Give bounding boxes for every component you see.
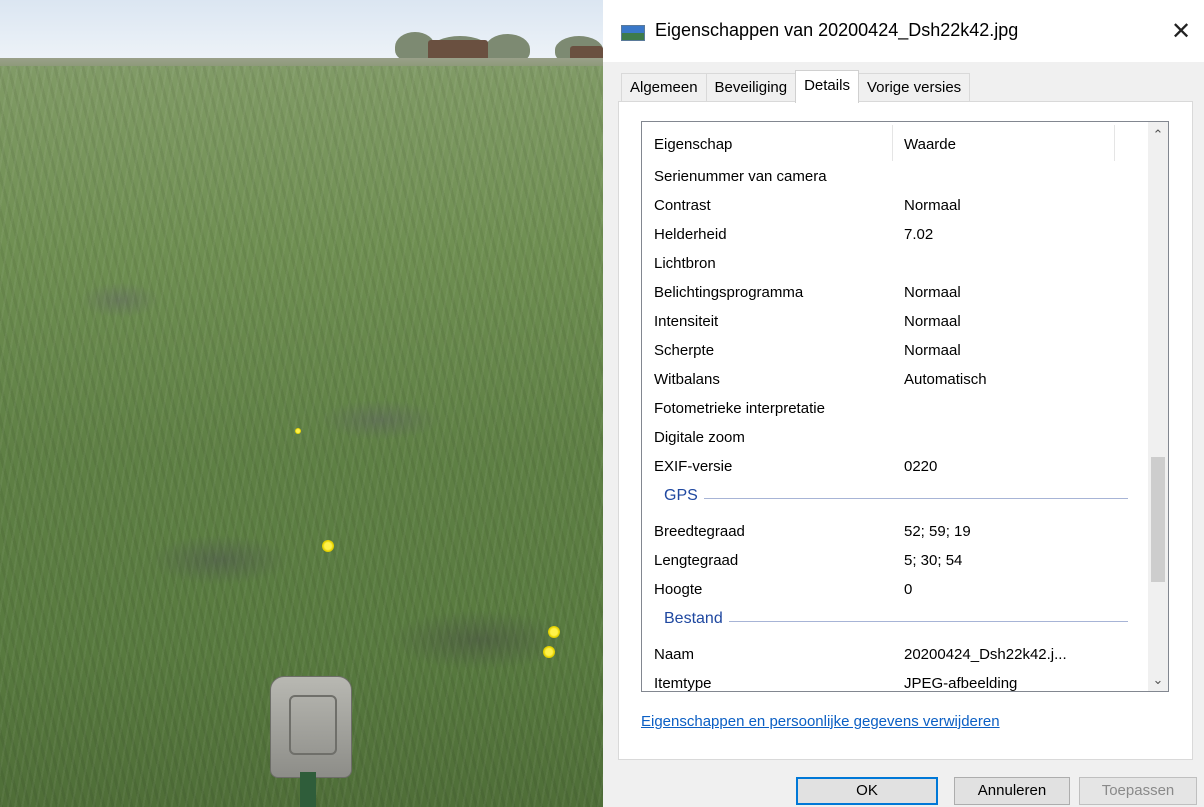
properties-dialog: Eigenschappen van 20200424_Dsh22k42.jpg …: [603, 0, 1204, 807]
dandelion-flower: [548, 626, 560, 638]
property-value: Normaal: [904, 197, 961, 214]
property-row[interactable]: Lengtegraad 5; 30; 54: [642, 546, 1146, 575]
tab-general[interactable]: Algemeen: [621, 73, 707, 102]
title-bar: Eigenschappen van 20200424_Dsh22k42.jpg …: [603, 0, 1204, 62]
property-row[interactable]: EXIF-versie 0220: [642, 452, 1146, 481]
dandelion-flower: [322, 540, 334, 552]
property-value: Normaal: [904, 284, 961, 301]
property-name: EXIF-versie: [654, 458, 733, 475]
property-row[interactable]: Serienummer van camera: [642, 162, 1146, 191]
apply-button[interactable]: Toepassen: [1079, 777, 1197, 805]
horizon: [0, 58, 603, 66]
column-header-property[interactable]: Eigenschap: [654, 122, 732, 162]
property-row[interactable]: Belichtingsprogramma Normaal: [642, 278, 1146, 307]
camera-stake: [300, 772, 316, 807]
dandelion-flower: [543, 646, 555, 658]
tab-details[interactable]: Details: [795, 70, 859, 103]
property-name: Helderheid: [654, 226, 727, 243]
property-value: 52; 59; 19: [904, 523, 971, 540]
dialog-title: Eigenschappen van 20200424_Dsh22k42.jpg: [655, 20, 1019, 40]
property-row[interactable]: Itemtype JPEG-afbeelding: [642, 669, 1146, 692]
property-row[interactable]: Digitale zoom: [642, 423, 1146, 452]
property-name: Breedtegraad: [654, 523, 745, 540]
property-rows: Serienummer van camera Contrast Normaal H…: [642, 162, 1146, 692]
property-name: Hoogte: [654, 581, 703, 598]
property-list[interactable]: Eigenschap Waarde Serienummer van camera…: [641, 121, 1169, 692]
group-divider: [664, 498, 1128, 499]
close-button[interactable]: ✕: [1158, 14, 1204, 50]
remove-properties-link[interactable]: Eigenschappen en persoonlijke gegevens v…: [641, 713, 1000, 730]
property-name: Digitale zoom: [654, 429, 745, 446]
group-label: Bestand: [664, 610, 729, 628]
property-name: Contrast: [654, 197, 711, 214]
column-divider[interactable]: [1114, 125, 1115, 161]
property-row[interactable]: Hoogte 0: [642, 575, 1146, 604]
group-label: GPS: [664, 487, 704, 505]
property-row[interactable]: Intensiteit Normaal: [642, 307, 1146, 336]
property-value: Normaal: [904, 342, 961, 359]
property-value: JPEG-afbeelding: [904, 675, 1018, 692]
property-name: Scherpte: [654, 342, 715, 359]
property-value: 20200424_Dsh22k42.j...: [904, 646, 1067, 663]
trail-camera: [270, 676, 352, 778]
property-row[interactable]: Lichtbron: [642, 249, 1146, 278]
dandelion-flower: [295, 428, 301, 434]
property-value: Normaal: [904, 313, 961, 330]
group-header-file[interactable]: Bestand: [642, 604, 1146, 640]
tab-security[interactable]: Beveiliging: [705, 73, 797, 102]
property-name: Lengtegraad: [654, 552, 739, 569]
property-row[interactable]: Breedtegraad 52; 59; 19: [642, 517, 1146, 546]
property-row[interactable]: Scherpte Normaal: [642, 336, 1146, 365]
property-row[interactable]: Fotometrieke interpretatie: [642, 394, 1146, 423]
grassland-photo: [0, 0, 603, 807]
details-panel: Eigenschap Waarde Serienummer van camera…: [618, 101, 1193, 760]
group-divider: [664, 621, 1128, 622]
property-name: Lichtbron: [654, 255, 716, 272]
tab-previous-versions[interactable]: Vorige versies: [857, 73, 971, 102]
group-header-gps[interactable]: GPS: [642, 481, 1146, 517]
property-name: Serienummer van camera: [654, 168, 827, 185]
property-name: Witbalans: [654, 371, 720, 388]
column-header-value[interactable]: Waarde: [904, 122, 956, 162]
tab-strip: Algemeen Beveiliging Details Vorige vers…: [621, 70, 971, 103]
image-file-icon: [621, 25, 645, 41]
property-value: 7.02: [904, 226, 934, 243]
property-name: Itemtype: [654, 675, 712, 692]
scroll-up-arrow-icon[interactable]: ⌃: [1148, 124, 1168, 146]
list-header: Eigenschap Waarde: [642, 122, 1146, 162]
property-value: 0: [904, 581, 913, 598]
property-row[interactable]: Contrast Normaal: [642, 191, 1146, 220]
property-name: Naam: [654, 646, 695, 663]
property-row[interactable]: Helderheid 7.02: [642, 220, 1146, 249]
property-row[interactable]: Witbalans Automatisch: [642, 365, 1146, 394]
cancel-button[interactable]: Annuleren: [954, 777, 1070, 805]
scroll-thumb[interactable]: [1151, 457, 1165, 582]
property-value: 0220: [904, 458, 938, 475]
property-name: Fotometrieke interpretatie: [654, 400, 825, 417]
property-name: Belichtingsprogramma: [654, 284, 804, 301]
column-divider[interactable]: [892, 125, 893, 161]
property-value: 5; 30; 54: [904, 552, 963, 569]
scroll-down-arrow-icon[interactable]: ⌄: [1148, 669, 1168, 691]
ok-button[interactable]: OK: [796, 777, 938, 805]
property-value: Automatisch: [904, 371, 987, 388]
property-row[interactable]: Naam 20200424_Dsh22k42.j...: [642, 640, 1146, 669]
vertical-scrollbar[interactable]: ⌃ ⌄: [1148, 122, 1168, 691]
property-name: Intensiteit: [654, 313, 719, 330]
button-bar: OK Annuleren Toepassen: [603, 770, 1204, 807]
